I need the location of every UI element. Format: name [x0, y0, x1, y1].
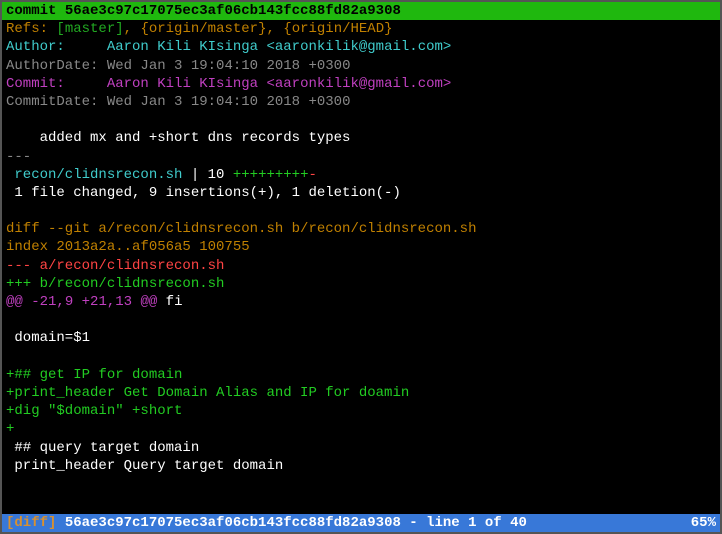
commit-date-line: CommitDate: Wed Jan 3 19:04:10 2018 +030… — [2, 93, 720, 111]
blank-line-4 — [2, 348, 720, 366]
blank-line — [2, 111, 720, 129]
summary-line: 1 file changed, 9 insertions(+), 1 delet… — [2, 184, 720, 202]
diffstat-file: recon/clidnsrecon.sh — [6, 167, 182, 183]
commit-message: added mx and +short dns records types — [2, 129, 720, 147]
author-email: <aaronkilik@gmail.com> — [266, 39, 451, 55]
commit-author-line: Commit: Aaron Kili KIsinga <aaronkilik@g… — [2, 75, 720, 93]
refs-origin-head: {origin/HEAD} — [283, 21, 392, 37]
ctx-line-1: ## query target domain — [2, 439, 720, 457]
add-line-3: +dig "$domain" +short — [2, 402, 720, 420]
diffstat-plus: +++++++++ — [233, 167, 309, 183]
status-bar: [diff] 56ae3c97c17075ec3af06cb143fcc88fd… — [2, 514, 720, 532]
index-line: index 2013a2a..af056a5 100755 — [2, 238, 720, 256]
code-domain: domain=$1 — [2, 329, 720, 347]
status-percent: 65% — [691, 514, 716, 532]
hunk-marker2: @@ — [140, 294, 165, 310]
refs-sep1: , — [124, 21, 141, 37]
commit-author-name: Aaron Kili KIsinga — [107, 76, 267, 92]
author-date-label: AuthorDate: — [6, 58, 107, 74]
refs-prefix: Refs: — [6, 21, 56, 37]
commit-author-email: <aaronkilik@gmail.com> — [266, 76, 451, 92]
commit-header-line: commit 56ae3c97c17075ec3af06cb143fcc88fd… — [2, 2, 720, 20]
diff-header: diff --git a/recon/clidnsrecon.sh b/reco… — [2, 220, 720, 238]
refs-master: [master] — [56, 21, 123, 37]
diffstat-count: 10 — [208, 167, 233, 183]
separator: --- — [2, 148, 720, 166]
hunk-marker: @@ — [6, 294, 31, 310]
commit-date-value: Wed Jan 3 19:04:10 2018 +0300 — [107, 94, 351, 110]
status-position: - line 1 of 40 — [401, 515, 527, 531]
diffstat-line: recon/clidnsrecon.sh | 10 +++++++++- — [2, 166, 720, 184]
diffstat-minus: - — [309, 167, 317, 183]
author-date-line: AuthorDate: Wed Jan 3 19:04:10 2018 +030… — [2, 57, 720, 75]
blank-line-2 — [2, 202, 720, 220]
terminal-viewer[interactable]: commit 56ae3c97c17075ec3af06cb143fcc88fd… — [2, 2, 720, 532]
commit-author-label: Commit: — [6, 76, 107, 92]
commit-date-label: CommitDate: — [6, 94, 107, 110]
commit-prefix: commit — [6, 3, 65, 19]
author-date-value: Wed Jan 3 19:04:10 2018 +0300 — [107, 58, 351, 74]
author-label: Author: — [6, 39, 107, 55]
status-hash: 56ae3c97c17075ec3af06cb143fcc88fd82a9308 — [65, 515, 401, 531]
add-line-4: + — [2, 420, 720, 438]
hunk-context: fi — [166, 294, 183, 310]
diffstat-pipe: | — [182, 167, 207, 183]
refs-line: Refs: [master], {origin/master}, {origin… — [2, 20, 720, 38]
new-file-line: +++ b/recon/clidnsrecon.sh — [2, 275, 720, 293]
refs-sep2: , — [266, 21, 283, 37]
author-line: Author: Aaron Kili KIsinga <aaronkilik@g… — [2, 38, 720, 56]
hunk-old: -21,9 — [31, 294, 81, 310]
commit-hash: 56ae3c97c17075ec3af06cb143fcc88fd82a9308 — [65, 3, 401, 19]
author-name: Aaron Kili KIsinga — [107, 39, 267, 55]
blank-line-3 — [2, 311, 720, 329]
refs-origin-master: {origin/master} — [140, 21, 266, 37]
ctx-line-2: print_header Query target domain — [2, 457, 720, 475]
diff-content: commit 56ae3c97c17075ec3af06cb143fcc88fd… — [2, 2, 720, 514]
hunk-header: @@ -21,9 +21,13 @@ fi — [2, 293, 720, 311]
add-line-1: +## get IP for domain — [2, 366, 720, 384]
status-mode: [diff] — [6, 515, 65, 531]
hunk-new: +21,13 — [82, 294, 141, 310]
add-line-2: +print_header Get Domain Alias and IP fo… — [2, 384, 720, 402]
old-file-line: --- a/recon/clidnsrecon.sh — [2, 257, 720, 275]
